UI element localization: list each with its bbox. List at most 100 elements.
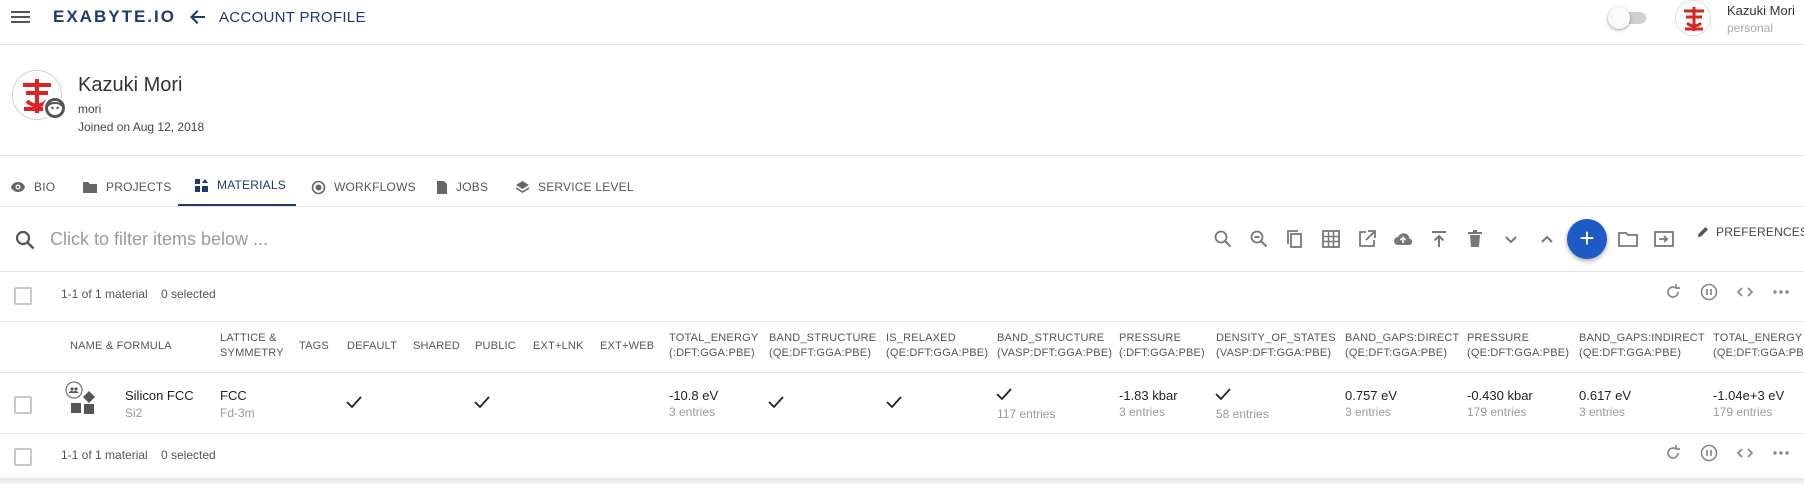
search-input[interactable]: Click to filter items below ... <box>50 229 268 250</box>
row-checkbox[interactable] <box>14 396 32 414</box>
code-icon[interactable] <box>1735 282 1757 304</box>
divider <box>0 433 1804 434</box>
divider <box>0 321 1804 322</box>
material-icon <box>63 381 99 417</box>
column-header-band-structure-vasp[interactable]: BAND_STRUCTURE (VASP:DFT:GGA:PBE) <box>997 331 1112 361</box>
select-all-checkbox[interactable] <box>14 448 32 466</box>
menu-icon[interactable] <box>10 8 32 26</box>
theme-toggle[interactable] <box>1608 7 1648 29</box>
chevron-up-icon[interactable] <box>1536 228 1558 250</box>
column-header-band-gaps-direct[interactable]: BAND_GAPS:DIRECT (QE:DFT:GGA:PBE) <box>1345 331 1459 361</box>
check-icon <box>1214 385 1232 403</box>
back-arrow-icon[interactable] <box>188 7 208 27</box>
band-gaps-indirect-entries: 3 entries <box>1579 405 1626 419</box>
item-count: 1-1 of 1 material <box>61 287 148 301</box>
search-icon[interactable] <box>1212 228 1234 250</box>
total-energy-entries: 3 entries <box>669 405 716 419</box>
chevron-down-icon[interactable] <box>1500 228 1522 250</box>
column-header-public[interactable]: PUBLIC <box>475 339 516 354</box>
column-header-pressure[interactable]: PRESSURE (:DFT:GGA:PBE) <box>1119 331 1205 361</box>
copy-icon[interactable] <box>1284 228 1306 250</box>
check-icon <box>767 393 785 411</box>
zoom-out-icon[interactable] <box>1248 228 1270 250</box>
tab-materials[interactable]: MATERIALS <box>178 166 296 206</box>
column-header-is-relaxed[interactable]: IS_RELAXED (QE:DFT:GGA:PBE) <box>886 331 988 361</box>
tab-bio[interactable]: BIO <box>10 166 55 208</box>
divider <box>0 155 1804 156</box>
refresh-icon[interactable] <box>1663 282 1685 304</box>
delete-icon[interactable] <box>1464 228 1486 250</box>
band-structure-vasp-entries: 117 entries <box>997 407 1056 421</box>
user-name[interactable]: Kazuki Mori <box>1727 3 1795 18</box>
item-count: 1-1 of 1 material <box>61 448 148 462</box>
refresh-icon[interactable] <box>1663 443 1685 465</box>
pause-icon[interactable] <box>1699 443 1721 465</box>
profile-joined: Joined on Aug 12, 2018 <box>78 120 205 134</box>
column-header-lattice[interactable]: LATTICE & SYMMETRY <box>220 331 284 361</box>
divider <box>0 271 1804 272</box>
check-icon <box>995 385 1013 403</box>
column-header-total-energy[interactable]: TOTAL_ENERGY (:DFT:GGA:PBE) <box>669 331 758 361</box>
total-energy-qe-entries: 179 entries <box>1713 405 1773 419</box>
move-icon[interactable] <box>1653 228 1675 250</box>
column-header-shared[interactable]: SHARED <box>413 339 460 354</box>
tab-label: JOBS <box>456 180 489 194</box>
cloud-upload-icon[interactable] <box>1392 228 1414 250</box>
pressure-qe-value: -0.430 kbar <box>1467 388 1533 403</box>
column-header-tags[interactable]: TAGS <box>299 339 329 354</box>
layers-icon <box>515 180 530 195</box>
tab-label: SERVICE LEVEL <box>538 180 634 194</box>
column-header-band-structure-qe[interactable]: BAND_STRUCTURE (QE:DFT:GGA:PBE) <box>769 331 876 361</box>
column-header-ext-web[interactable]: EXT+WEB <box>600 339 654 354</box>
column-header-total-energy-qe[interactable]: TOTAL_ENERGY(QE:DFT:GGA:PBE) <box>1713 331 1804 361</box>
pause-icon[interactable] <box>1699 282 1721 304</box>
column-header-density-of-states[interactable]: DENSITY_OF_STATES (VASP:DFT:GGA:PBE) <box>1216 331 1336 361</box>
more-icon[interactable] <box>1771 282 1793 304</box>
column-header-pressure-qe[interactable]: PRESSURE (QE:DFT:GGA:PBE) <box>1467 331 1569 361</box>
tab-label: BIO <box>34 180 56 194</box>
search-icon[interactable] <box>14 229 36 251</box>
pencil-icon <box>1696 225 1710 239</box>
tab-label: MATERIALS <box>217 178 286 192</box>
lattice-value: FCC <box>220 388 247 403</box>
folder-icon <box>82 180 98 194</box>
tab-jobs[interactable]: JOBS <box>436 166 488 208</box>
add-material-button[interactable]: + <box>1567 219 1607 259</box>
tab-workflows[interactable]: WORKFLOWS <box>311 166 416 208</box>
grid-icon[interactable] <box>1320 228 1342 250</box>
profile-username: mori <box>78 102 102 116</box>
user-avatar[interactable] <box>1675 0 1711 36</box>
select-all-checkbox[interactable] <box>14 287 32 305</box>
tab-service-level[interactable]: SERVICE LEVEL <box>515 166 634 208</box>
logo[interactable]: EXABYTE.IO <box>53 7 176 27</box>
open-external-icon[interactable] <box>1356 228 1378 250</box>
more-icon[interactable] <box>1771 443 1793 465</box>
radio-icon <box>311 180 326 195</box>
file-icon <box>436 180 448 195</box>
material-formula: Si2 <box>125 406 143 420</box>
eye-icon <box>10 181 26 193</box>
divider <box>0 206 1804 207</box>
column-header-name[interactable]: NAME & FORMULA <box>70 339 172 354</box>
tab-projects[interactable]: PROJECTS <box>82 166 172 208</box>
face-icon <box>43 96 67 120</box>
check-icon <box>345 393 363 411</box>
column-header-ext-lnk[interactable]: EXT+LNK <box>533 339 584 354</box>
code-icon[interactable] <box>1735 443 1757 465</box>
footer-shadow <box>0 478 1804 484</box>
total-energy-qe-value: -1.04e+3 eV <box>1713 388 1785 403</box>
pressure-value: -1.83 kbar <box>1119 388 1178 403</box>
tab-label: PROJECTS <box>106 180 172 194</box>
dos-entries: 58 entries <box>1216 407 1269 421</box>
pressure-entries: 3 entries <box>1119 405 1166 419</box>
page-title: ACCOUNT PROFILE <box>219 9 366 26</box>
publish-icon[interactable] <box>1428 228 1450 250</box>
column-header-band-gaps-indirect[interactable]: BAND_GAPS:INDIRECT (QE:DFT:GGA:PBE) <box>1579 331 1705 361</box>
column-header-default[interactable]: DEFAULT <box>347 339 397 354</box>
preferences-button[interactable]: PREFERENCES <box>1696 225 1804 239</box>
folder-open-icon[interactable] <box>1617 228 1639 250</box>
profile-name: Kazuki Mori <box>78 74 183 96</box>
pressure-qe-entries: 179 entries <box>1467 405 1527 419</box>
material-name[interactable]: Silicon FCC <box>125 388 194 403</box>
selected-count: 0 selected <box>161 287 216 301</box>
